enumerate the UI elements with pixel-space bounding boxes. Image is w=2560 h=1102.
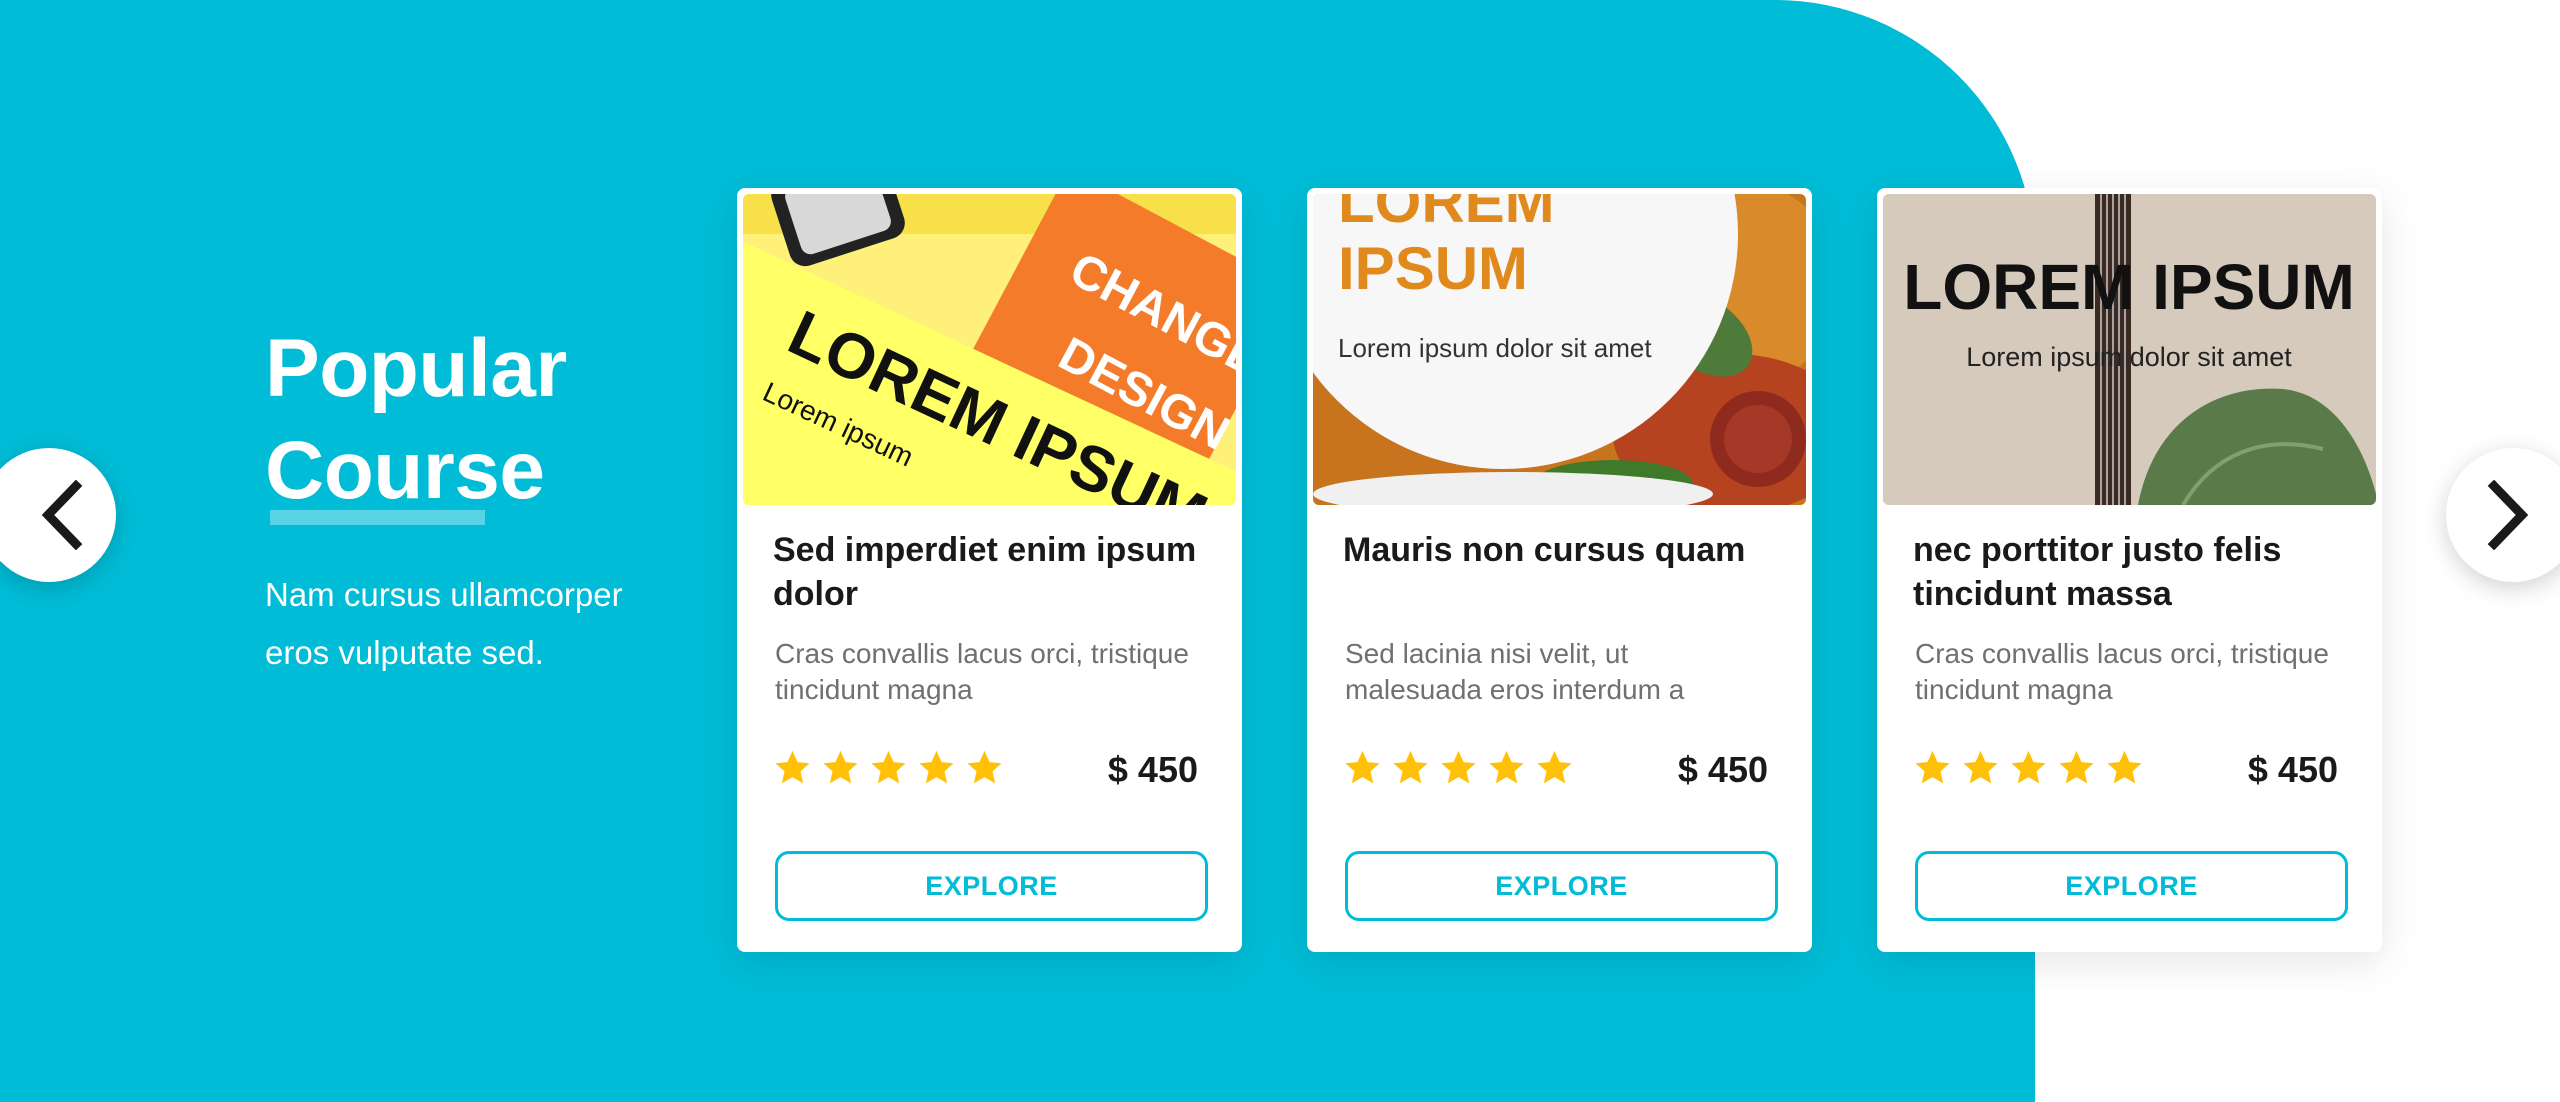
star-icon: [1489, 750, 1524, 784]
course-price: $ 450: [2247, 749, 2338, 790]
image-caption: Lorem ipsum dolor sit amet: [1966, 342, 2292, 372]
course-description: Cras convallis lacus orci, tristique tin…: [775, 638, 1189, 705]
course-description: Cras convallis lacus orci, tristique tin…: [1915, 638, 2329, 705]
explore-button[interactable]: EXPLORE: [1915, 851, 2348, 921]
star-icon: [2011, 750, 2046, 784]
section-intro: Popular Course Nam cursus ullamcorper er…: [265, 318, 685, 682]
section-title: Popular Course: [265, 318, 685, 525]
section-subtitle-line1: Nam cursus ullamcorper: [265, 576, 623, 613]
star-icon: [1345, 750, 1380, 784]
course-rating: [1913, 748, 2144, 787]
section-subtitle-line2: eros vulputate sed.: [265, 634, 544, 671]
explore-button[interactable]: EXPLORE: [1345, 851, 1778, 921]
star-icon: [967, 750, 1002, 784]
course-image-art: CHANGE DESIGN LOREM IPSUM Lorem ipsum: [743, 194, 1236, 505]
course-image: LOREM IPSUM Lorem ipsum dolor sit amet: [1313, 194, 1806, 505]
course-title: Mauris non cursus quam: [1343, 531, 1746, 569]
star-icon: [919, 750, 954, 784]
chevron-right-icon: [2487, 480, 2529, 550]
star-icon: [823, 750, 858, 784]
image-headline-1: LOREM: [1338, 194, 1555, 235]
section-subtitle: Nam cursus ullamcorper eros vulputate se…: [265, 566, 685, 682]
star-icon: [2107, 750, 2142, 784]
star-icon: [1963, 750, 1998, 784]
course-image-art: LOREM IPSUM Lorem ipsum dolor sit amet: [1313, 194, 1806, 505]
star-icon: [871, 750, 906, 784]
course-price: $ 450: [1677, 749, 1768, 790]
section-title-line1: Popular: [265, 323, 567, 414]
course-rating: [773, 748, 1004, 787]
image-headline: LOREM IPSUM: [1903, 251, 2355, 323]
course-price: $ 450: [1107, 749, 1198, 790]
section-title-line2-wrap: Course: [265, 420, 545, 525]
course-image: LOREM IPSUM Lorem ipsum dolor sit amet: [1883, 194, 2376, 505]
star-icon: [775, 750, 810, 784]
star-icon: [2059, 750, 2094, 784]
chevron-left-icon: [41, 480, 83, 550]
star-icon: [1915, 750, 1950, 784]
course-title: Sed imperdiet enim ipsum dolor: [773, 531, 1197, 613]
course-image: CHANGE DESIGN LOREM IPSUM Lorem ipsum: [743, 194, 1236, 505]
course-description: Sed lacinia nisi velit, ut malesuada ero…: [1345, 638, 1685, 705]
course-rating: [1343, 748, 1574, 787]
image-caption: Lorem ipsum dolor sit amet: [1338, 333, 1652, 363]
course-card: LOREM IPSUM Lorem ipsum dolor sit amet n…: [1877, 188, 2382, 952]
explore-button[interactable]: EXPLORE: [775, 851, 1208, 921]
course-card: CHANGE DESIGN LOREM IPSUM Lorem ipsum Se…: [737, 188, 1242, 952]
carousel-next-button[interactable]: [2446, 448, 2560, 582]
course-image-art: LOREM IPSUM Lorem ipsum dolor sit amet: [1883, 194, 2376, 505]
star-icon: [1537, 750, 1572, 784]
star-icon: [1393, 750, 1428, 784]
star-icon: [1441, 750, 1476, 784]
course-card: LOREM IPSUM Lorem ipsum dolor sit amet M…: [1307, 188, 1812, 952]
image-headline-2: IPSUM: [1338, 235, 1528, 302]
section-title-line2: Course: [265, 425, 545, 516]
course-title: nec porttitor justo felis tincidunt mass…: [1913, 531, 2282, 613]
